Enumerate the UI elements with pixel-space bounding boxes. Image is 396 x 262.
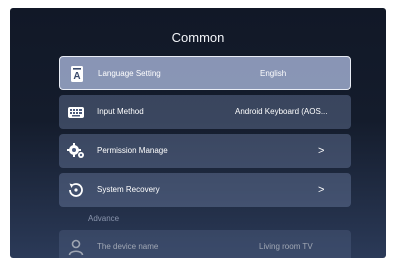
device-name-label: The device name	[97, 242, 159, 251]
device-name-value: Living room TV	[259, 242, 313, 251]
svg-text:A: A	[73, 71, 80, 82]
language-setting-label: Language Setting	[98, 69, 161, 78]
chevron-right-icon: >	[318, 184, 325, 196]
language-setting-item[interactable]: A Language Setting English	[59, 56, 351, 90]
advance-section-label: Advance	[88, 214, 120, 223]
system-recovery-item[interactable]: System Recovery >	[59, 173, 351, 207]
keyboard-icon	[68, 107, 84, 118]
input-method-value: Android Keyboard (AOS...	[235, 107, 328, 116]
permission-manage-label: Permission Manage	[97, 146, 168, 155]
language-setting-value: English	[260, 69, 287, 78]
chevron-right-icon: >	[318, 145, 325, 157]
input-method-item[interactable]: Input Method Android Keyboard (AOS...	[59, 95, 351, 129]
device-name-item[interactable]: The device name Living room TV	[59, 230, 351, 258]
device-person-icon	[68, 239, 84, 256]
permission-gear-icon	[67, 143, 84, 158]
system-recovery-icon	[69, 183, 83, 197]
input-method-label: Input Method	[97, 107, 144, 116]
permission-manage-item[interactable]: Permission Manage >	[59, 134, 351, 168]
language-icon: A	[71, 66, 83, 82]
page-title: Common	[171, 30, 225, 45]
system-recovery-label: System Recovery	[97, 185, 160, 194]
settings-screen: Common A Language Setting English Input …	[10, 8, 386, 258]
